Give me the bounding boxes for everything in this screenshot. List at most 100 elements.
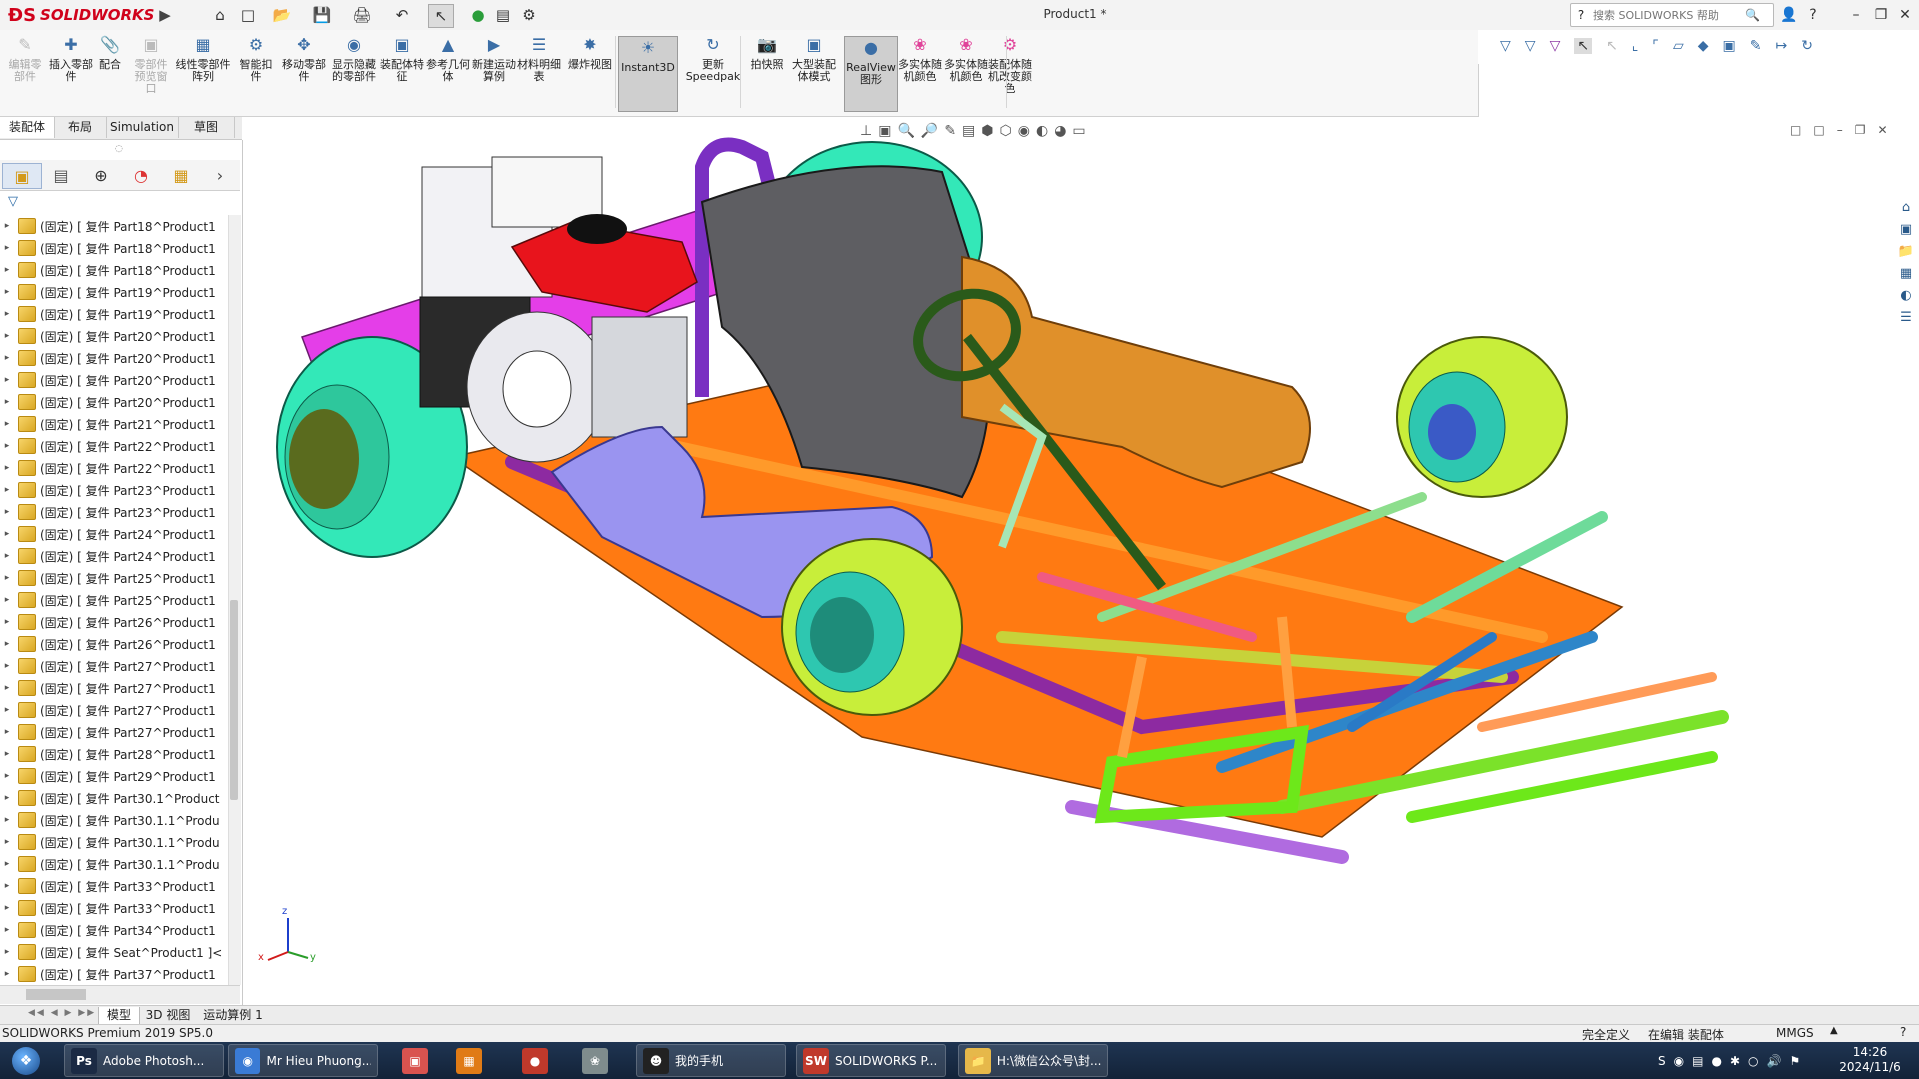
taskbar-item-4[interactable]: ● xyxy=(516,1044,554,1077)
tree-scrollbar-thumb[interactable] xyxy=(230,600,238,800)
tree-row[interactable]: ▸ (固定) [ 复件 Part37^Product1 xyxy=(0,963,228,985)
print-icon[interactable]: 🖨 xyxy=(350,4,374,26)
expand-arrow-icon[interactable]: ▸ xyxy=(0,397,14,407)
display-style-icon[interactable]: ⬡ xyxy=(1000,123,1012,139)
tree-row[interactable]: ▸ (固定) [ 复件 Part28^Product1 xyxy=(0,743,228,765)
appearance-icon[interactable]: ◐ xyxy=(1036,123,1048,139)
taskbar-item-5[interactable]: ❀ xyxy=(576,1044,614,1077)
previous-view-icon[interactable]: 🔎 xyxy=(921,123,938,139)
select-arrow-icon[interactable]: ↖ xyxy=(1574,38,1593,54)
ribbon-button-4[interactable]: ▦ 线性零部件阵列 xyxy=(172,34,234,83)
expand-arrow-icon[interactable]: ▸ xyxy=(0,463,14,473)
property-manager-tab-icon[interactable]: ▤ xyxy=(42,163,80,187)
tray-volume-icon[interactable]: 🔊 xyxy=(1766,1054,1781,1068)
units-status[interactable]: MMGS xyxy=(1776,1026,1814,1040)
expand-arrow-icon[interactable]: ▸ xyxy=(0,331,14,341)
appearances-icon[interactable]: ◐ xyxy=(1896,285,1916,305)
tree-row[interactable]: ▸ (固定) [ 复件 Part27^Product1 xyxy=(0,721,228,743)
hide-show-icon[interactable]: ◉ xyxy=(1018,123,1030,139)
zoom-area-icon[interactable]: 🔍 xyxy=(897,123,914,139)
expand-arrow-icon[interactable]: ▸ xyxy=(0,815,14,825)
dynamic-annotation-icon[interactable]: ▤ xyxy=(962,123,975,139)
expand-arrow-icon[interactable]: ▸ xyxy=(0,749,14,759)
tree-row[interactable]: ▸ (固定) [ 复件 Part26^Product1 xyxy=(0,633,228,655)
sketch-icon[interactable]: ✎ xyxy=(1750,38,1762,54)
ribbon-button-17[interactable]: ● RealView图形 xyxy=(844,36,898,112)
expand-arrow-icon[interactable]: ▸ xyxy=(0,551,14,561)
tree-row[interactable]: ▸ (固定) [ 复件 Part30.1.1^Produ xyxy=(0,831,228,853)
file-explorer-icon[interactable]: 📁 xyxy=(1896,241,1916,261)
user-icon[interactable]: 👤 xyxy=(1778,4,1800,26)
view-settings-icon[interactable]: ▭ xyxy=(1072,123,1085,139)
tree-row[interactable]: ▸ (固定) [ 复件 Part25^Product1 xyxy=(0,589,228,611)
tray-circle-icon[interactable]: ◉ xyxy=(1674,1054,1684,1068)
feature-manager-tab-icon[interactable]: ▣ xyxy=(2,163,42,189)
zoom-fit-icon[interactable]: ▣ xyxy=(878,123,891,139)
tree-row[interactable]: ▸ (固定) [ 复件 Part27^Product1 xyxy=(0,677,228,699)
tree-row[interactable]: ▸ (固定) [ 复件 Part24^Product1 xyxy=(0,545,228,567)
tab-3[interactable]: 草图 xyxy=(178,117,235,138)
resources-home-icon[interactable]: ⌂ xyxy=(1896,197,1916,217)
tree-row[interactable]: ▸ (固定) [ 复件 Part23^Product1 xyxy=(0,501,228,523)
ribbon-button-9[interactable]: ▲ 参考几何体 xyxy=(424,34,472,83)
expand-arrow-icon[interactable]: ▸ xyxy=(0,309,14,319)
expand-arrow-icon[interactable]: ▸ xyxy=(0,793,14,803)
rotate-icon[interactable]: ↻ xyxy=(1801,38,1813,54)
expand-arrow-icon[interactable]: ▸ xyxy=(0,485,14,495)
tray-sw-icon[interactable]: S xyxy=(1658,1054,1666,1068)
ribbon-button-16[interactable]: ▣ 大型装配体模式 xyxy=(788,34,840,83)
tree-row[interactable]: ▸ (固定) [ 复件 Part30.1^Product xyxy=(0,787,228,809)
tray-network-icon[interactable]: ▤ xyxy=(1692,1054,1703,1068)
traffic-light-icon[interactable]: ● xyxy=(468,4,488,26)
expand-arrow-icon[interactable]: ▸ xyxy=(0,661,14,671)
tree-row[interactable]: ▸ (固定) [ 复件 Part18^Product1 xyxy=(0,259,228,281)
tab-scroll-arrows-icon[interactable]: ◀◀ ◀ ▶ ▶▶ xyxy=(28,1008,96,1018)
view-palette-icon[interactable]: ▦ xyxy=(1896,263,1916,283)
viewport-next-icon[interactable]: □ xyxy=(1813,123,1824,137)
expand-arrow-icon[interactable]: ▸ xyxy=(0,265,14,275)
solidworks-logo[interactable]: ĐS SOLIDWORKS xyxy=(8,3,154,27)
point-icon[interactable]: ⌞ xyxy=(1632,38,1639,54)
tree-row[interactable]: ▸ (固定) [ 复件 Part24^Product1 xyxy=(0,523,228,545)
expand-arrow-icon[interactable]: ▸ xyxy=(0,617,14,627)
expand-arrow-icon[interactable]: ▸ xyxy=(0,837,14,847)
viewport-minimize-icon[interactable]: – xyxy=(1837,123,1843,137)
chevron-right-icon[interactable]: › xyxy=(210,163,230,187)
expand-arrow-icon[interactable]: ▸ xyxy=(0,507,14,517)
expand-arrow-icon[interactable]: ▸ xyxy=(0,419,14,429)
ribbon-button-12[interactable]: ✸ 爆炸视图 xyxy=(568,34,612,71)
tree-row[interactable]: ▸ (固定) [ 复件 Part26^Product1 xyxy=(0,611,228,633)
ribbon-button-10[interactable]: ▶ 新建运动算例 xyxy=(470,34,518,83)
units-chevron-icon[interactable]: ▲ xyxy=(1830,1025,1838,1036)
taskbar-item-3[interactable]: ▦ xyxy=(450,1044,488,1077)
scene-icon[interactable]: ◕ xyxy=(1054,123,1066,139)
expand-arrow-icon[interactable]: ▸ xyxy=(0,375,14,385)
tree-row[interactable]: ▸ (固定) [ 复件 Part33^Product1 xyxy=(0,875,228,897)
expand-arrow-icon[interactable]: ▸ xyxy=(0,353,14,363)
clock[interactable]: 14:26 2024/11/6 xyxy=(1830,1045,1910,1075)
expand-arrow-icon[interactable]: ▸ xyxy=(0,881,14,891)
filter-icon[interactable]: ▽ xyxy=(1500,38,1511,54)
expand-arrow-icon[interactable]: ▸ xyxy=(0,947,14,957)
tree-row[interactable]: ▸ (固定) [ 复件 Part30.1.1^Produ xyxy=(0,853,228,875)
undo-icon[interactable]: ↶ xyxy=(390,4,414,26)
tree-row[interactable]: ▸ (固定) [ 复件 Part20^Product1 xyxy=(0,369,228,391)
tree-row[interactable]: ▸ (固定) [ 复件 Part22^Product1 xyxy=(0,435,228,457)
ribbon-button-3[interactable]: ▣ 零部件预览窗口 xyxy=(130,34,172,95)
ribbon-button-2[interactable]: 📎 配合 xyxy=(92,34,128,71)
view-icon[interactable]: ◆ xyxy=(1698,38,1709,54)
tree-horizontal-scrollbar[interactable] xyxy=(0,985,240,1004)
design-library-icon[interactable]: ▣ xyxy=(1896,219,1916,239)
tree-row[interactable]: ▸ (固定) [ 复件 Part20^Product1 xyxy=(0,391,228,413)
taskbar-item-0[interactable]: Ps Adobe Photosh... xyxy=(64,1044,224,1077)
ribbon-button-8[interactable]: ▣ 装配体特征 xyxy=(380,34,424,83)
ribbon-button-14[interactable]: ↻ 更新Speedpak xyxy=(684,34,742,83)
taskbar-item-1[interactable]: ◉ Mr Hieu Phuong... xyxy=(228,1044,378,1077)
tab-0[interactable]: 装配体 xyxy=(0,117,55,138)
tray-ime-icon[interactable]: ○ xyxy=(1748,1054,1758,1068)
graphics-area[interactable] xyxy=(232,116,1919,1005)
select-icon[interactable]: ↖ xyxy=(428,4,454,28)
help-icon[interactable]: ? xyxy=(1900,1025,1906,1039)
dimension-icon[interactable]: ↦ xyxy=(1775,38,1787,54)
tree-row[interactable]: ▸ (固定) [ 复件 Seat^Product1 ]< xyxy=(0,941,228,963)
